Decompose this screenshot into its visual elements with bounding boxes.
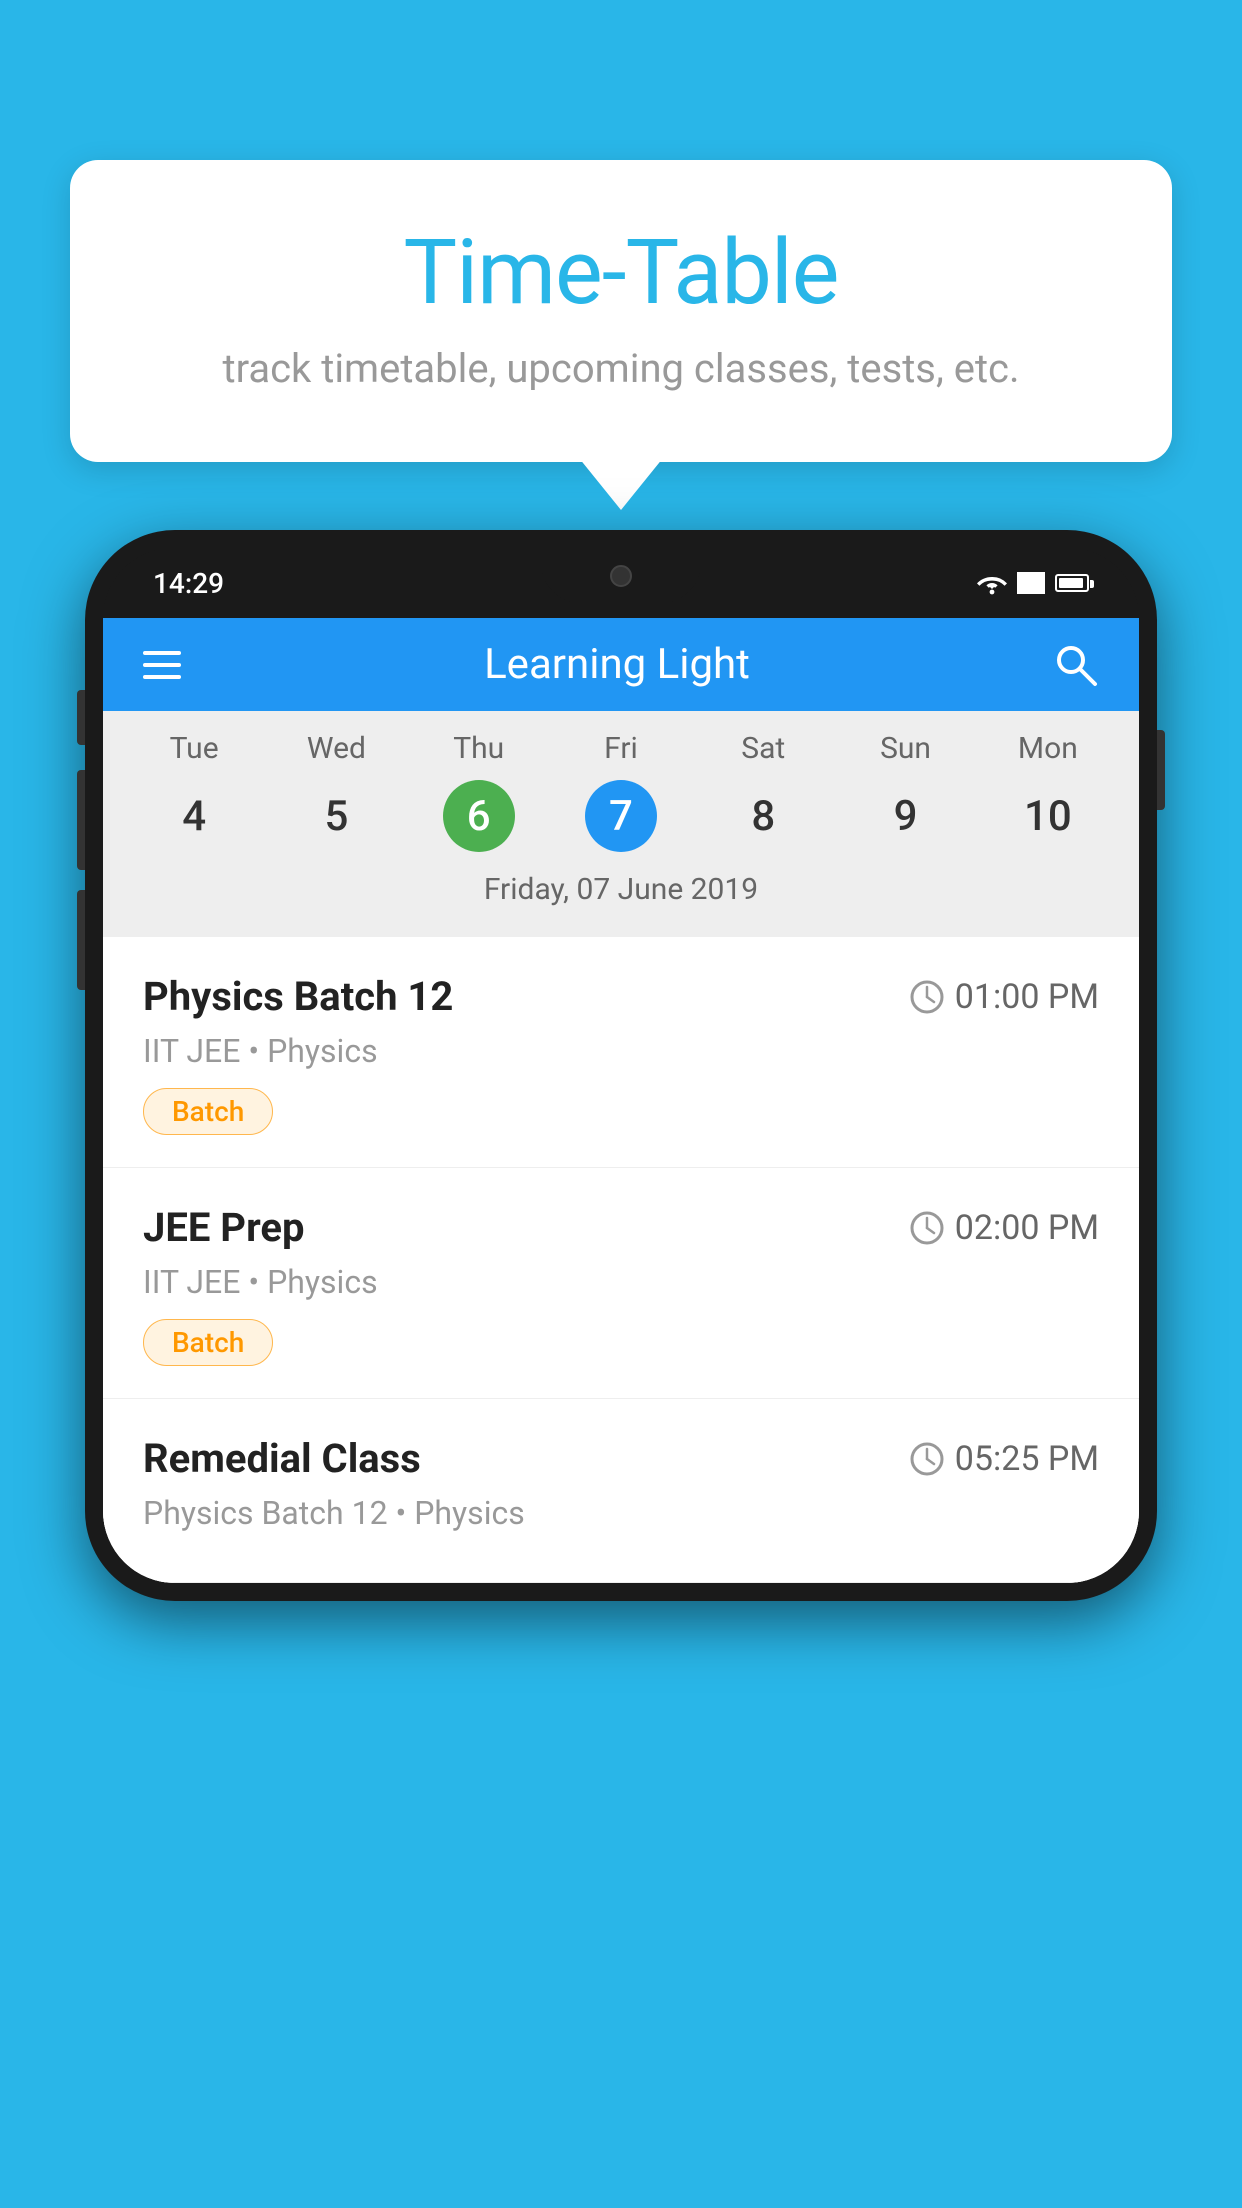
clock-icon (909, 979, 945, 1015)
day-number[interactable]: 5 (300, 780, 372, 852)
search-icon (1053, 642, 1099, 688)
day-name-label: Thu (453, 731, 504, 766)
class-time: 02:00 PM (909, 1208, 1099, 1248)
menu-line (143, 663, 181, 667)
front-camera (610, 565, 632, 587)
status-time: 14:29 (153, 567, 224, 600)
day-number[interactable]: 8 (727, 780, 799, 852)
tooltip-subtitle: track timetable, upcoming classes, tests… (150, 345, 1092, 392)
class-title: JEE Prep (143, 1204, 304, 1251)
tooltip-card: Time-Table track timetable, upcoming cla… (70, 160, 1172, 462)
day-name-label: Wed (307, 731, 366, 766)
battery-icon (1055, 574, 1089, 592)
class-time: 05:25 PM (909, 1439, 1099, 1479)
app-title: Learning Light (484, 640, 750, 689)
search-button[interactable] (1053, 642, 1099, 688)
silent-button (77, 890, 85, 990)
class-subtitle: IIT JEE • Physics (143, 1263, 1099, 1301)
day-number[interactable]: 4 (158, 780, 230, 852)
phone-screen: Learning Light Tue4Wed5Thu6Fri7Sat8Sun9M… (103, 618, 1139, 1583)
time-value: 02:00 PM (955, 1208, 1099, 1248)
schedule-item[interactable]: Physics Batch 12 01:00 PM IIT JEE • Physi… (103, 937, 1139, 1168)
phone-frame: 14:29 (85, 530, 1157, 1601)
phone-mockup: 14:29 (85, 530, 1157, 2208)
calendar-day[interactable]: Mon 10 (977, 731, 1119, 852)
status-bar: 14:29 (103, 548, 1139, 618)
calendar-day[interactable]: Sat 8 (692, 731, 834, 852)
schedule-item[interactable]: Remedial Class 05:25 PM Physics Batch 12 … (103, 1399, 1139, 1583)
batch-badge: Batch (143, 1319, 273, 1366)
clock-icon (909, 1441, 945, 1477)
clock-icon (909, 1210, 945, 1246)
signal-icon (1017, 572, 1045, 594)
schedule-list: Physics Batch 12 01:00 PM IIT JEE • Physi… (103, 937, 1139, 1583)
menu-button[interactable] (143, 651, 181, 679)
calendar-day[interactable]: Fri 7 (550, 731, 692, 852)
day-name-label: Tue (170, 731, 219, 766)
calendar-day[interactable]: Tue 4 (123, 731, 265, 852)
day-number[interactable]: 9 (870, 780, 942, 852)
day-name-label: Sat (741, 731, 785, 766)
days-row: Tue 4 Wed 5 Thu 6 Fri 7 Sat 8 Sun 9 Mon 10 (103, 731, 1139, 852)
calendar-day[interactable]: Thu 6 (408, 731, 550, 852)
class-title: Physics Batch 12 (143, 973, 453, 1020)
menu-line (143, 675, 181, 679)
power-button (1157, 730, 1165, 810)
calendar-strip: Tue 4 Wed 5 Thu 6 Fri 7 Sat 8 Sun 9 Mon 10 Friday, 07… (103, 711, 1139, 937)
class-subtitle: IIT JEE • Physics (143, 1032, 1099, 1070)
menu-line (143, 651, 181, 655)
phone-notch (541, 548, 701, 603)
day-number[interactable]: 10 (1012, 780, 1084, 852)
day-name-label: Sun (880, 731, 931, 766)
tooltip-title: Time-Table (150, 220, 1092, 325)
app-header: Learning Light (103, 618, 1139, 711)
time-value: 01:00 PM (955, 977, 1099, 1017)
status-icons (977, 571, 1089, 595)
day-name-label: Fri (604, 731, 638, 766)
time-value: 05:25 PM (955, 1439, 1099, 1479)
day-name-label: Mon (1018, 731, 1078, 766)
day-number[interactable]: 7 (585, 780, 657, 852)
volume-down-button (77, 770, 85, 870)
wifi-icon (977, 571, 1007, 595)
schedule-item[interactable]: JEE Prep 02:00 PM IIT JEE • Physics Batch (103, 1168, 1139, 1399)
batch-badge: Batch (143, 1088, 273, 1135)
volume-up-button (77, 690, 85, 745)
class-time: 01:00 PM (909, 977, 1099, 1017)
class-subtitle: Physics Batch 12 • Physics (143, 1494, 1099, 1532)
calendar-day[interactable]: Wed 5 (265, 731, 407, 852)
selected-date-label: Friday, 07 June 2019 (103, 864, 1139, 927)
class-title: Remedial Class (143, 1435, 421, 1482)
calendar-day[interactable]: Sun 9 (834, 731, 976, 852)
day-number[interactable]: 6 (443, 780, 515, 852)
